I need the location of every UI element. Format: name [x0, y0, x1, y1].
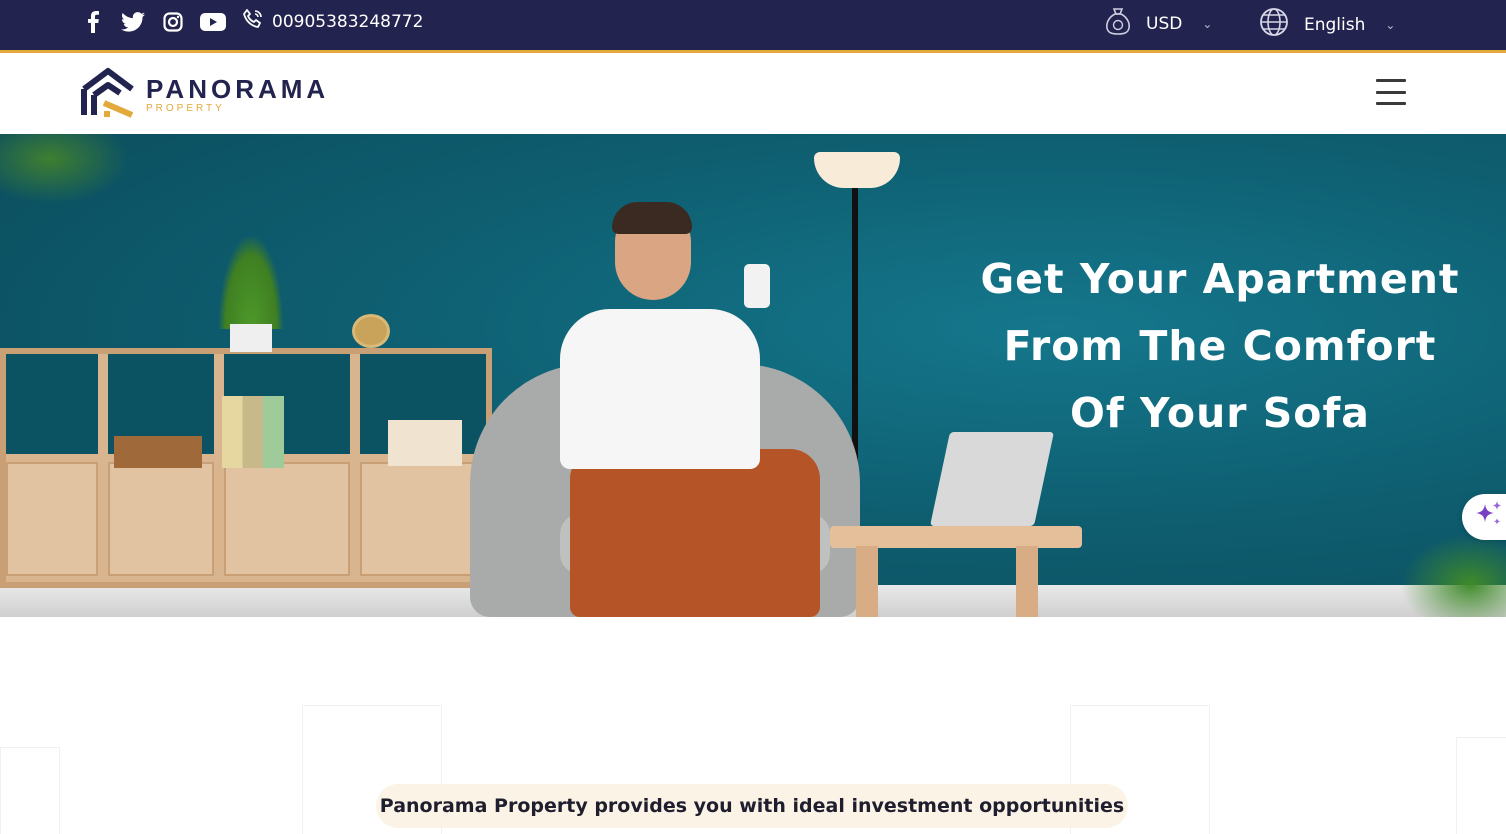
instagram-icon[interactable] — [160, 9, 186, 35]
site-header: PANORAMA PROPERTY — [0, 53, 1506, 134]
hero-smartphone — [744, 264, 770, 308]
youtube-icon[interactable] — [200, 9, 226, 35]
currency-label: USD — [1146, 13, 1183, 34]
hero-person-hair — [612, 202, 692, 234]
hero-table-leg — [856, 546, 878, 617]
intro-tagline: Panorama Property provides you with idea… — [376, 784, 1128, 828]
hero-side-table — [830, 526, 1082, 548]
hero-plant — [218, 234, 284, 329]
background-building-outline — [1456, 737, 1506, 834]
hero-lamp-shade — [814, 152, 900, 188]
twitter-icon[interactable] — [120, 9, 146, 35]
facebook-icon[interactable] — [80, 9, 106, 35]
hero-table-leg — [1016, 546, 1038, 617]
money-bag-icon — [1104, 6, 1132, 41]
hero-plant-pot — [230, 324, 272, 352]
background-building-outline — [0, 747, 60, 834]
hero-person-legs — [570, 449, 820, 617]
sparkle-icon — [1472, 498, 1506, 536]
logo-house-icon — [80, 67, 136, 125]
phone-contact[interactable]: 00905383248772 — [242, 8, 423, 35]
logo-wordmark: PANORAMA — [146, 74, 330, 104]
phone-number: 00905383248772 — [272, 11, 424, 32]
hero-basket — [114, 436, 202, 468]
currency-selector[interactable]: USD ⌄ — [1104, 6, 1212, 41]
globe-icon — [1258, 6, 1290, 43]
phone-icon — [242, 8, 264, 35]
language-selector[interactable]: English ⌄ — [1258, 6, 1395, 43]
hero-clock — [352, 314, 390, 348]
hero-shelf-illustration — [0, 348, 492, 588]
hero-plant-decoration — [1400, 534, 1506, 617]
language-label: English — [1304, 14, 1366, 35]
intro-section: Panorama Property provides you with idea… — [0, 617, 1506, 834]
chevron-down-icon: ⌄ — [1202, 16, 1213, 31]
social-links — [80, 9, 226, 35]
chevron-down-icon: ⌄ — [1385, 17, 1396, 32]
hero-title-line: Get Your Apartment — [980, 255, 1460, 303]
hero-person-torso — [560, 309, 760, 469]
hero-title-line: From The Comfort — [1003, 322, 1437, 370]
hero-banner: Get Your Apartment From The Comfort Of Y… — [0, 134, 1506, 617]
ai-assistant-button[interactable] — [1462, 494, 1506, 540]
hero-title: Get Your Apartment From The Comfort Of Y… — [960, 246, 1480, 447]
hero-books — [222, 396, 284, 468]
hamburger-menu-icon[interactable] — [1376, 79, 1406, 105]
top-bar: 00905383248772 USD ⌄ English ⌄ — [0, 0, 1506, 53]
logo[interactable]: PANORAMA PROPERTY — [80, 67, 329, 125]
hero-title-line: Of Your Sofa — [1070, 389, 1370, 437]
hero-box — [388, 420, 462, 466]
hero-plant-decoration — [0, 134, 130, 204]
